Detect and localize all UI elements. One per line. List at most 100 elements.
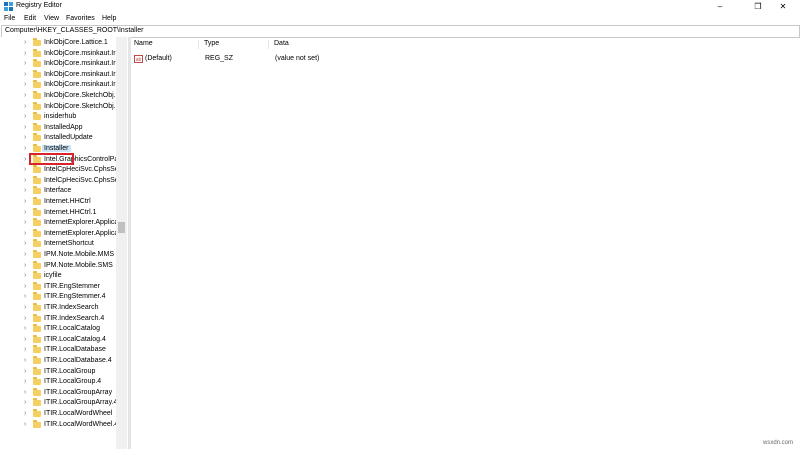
tree-item[interactable]: › ITIR.EngStemmer (0, 281, 118, 293)
chevron-right-icon[interactable]: › (24, 368, 26, 375)
tree-item[interactable]: › InternetShortcut (0, 239, 118, 250)
tree-item[interactable]: › InternetExplorer.Applica (0, 228, 119, 240)
menu-view[interactable]: View (44, 15, 59, 22)
chevron-right-icon[interactable]: › (24, 283, 26, 290)
tree-item[interactable]: › ITIR.LocalGroupArray (0, 387, 118, 399)
chevron-right-icon[interactable]: › (24, 219, 26, 226)
menu-file[interactable]: File (4, 15, 15, 22)
tree-item[interactable]: › ITIR.IndexSearch.4 (0, 313, 118, 325)
tree-item[interactable]: › ITIR.IndexSearch (0, 303, 118, 314)
tree-item[interactable]: › insiderhub (0, 112, 118, 123)
chevron-right-icon[interactable]: › (24, 187, 26, 194)
chevron-right-icon[interactable]: › (24, 166, 26, 173)
chevron-right-icon[interactable]: › (24, 293, 26, 300)
chevron-right-icon[interactable]: › (24, 71, 26, 78)
column-header-name[interactable]: Name (134, 40, 153, 47)
tree-item[interactable]: › InkObjCore.msinkaut.Ir (0, 59, 118, 70)
tree-item[interactable]: › Internet.HHCtrl.1 (0, 207, 118, 219)
tree-item-label: IntelCpHeciSvc.CphsSe (44, 166, 119, 174)
tree-item[interactable]: › Internet.HHCtrl (0, 197, 118, 208)
tree-item[interactable]: › InkObjCore.msinkaut.Ir (0, 69, 118, 81)
folder-icon (33, 133, 41, 142)
tree-item-label: icyfile (44, 272, 62, 280)
tree-item[interactable]: › ITIR.LocalGroup (0, 366, 118, 378)
close-button[interactable]: ✕ (767, 0, 799, 13)
chevron-right-icon[interactable]: › (24, 410, 26, 417)
tree-item[interactable]: › ITIR.LocalWordWheel (0, 409, 118, 420)
tree-item[interactable]: › InkObjCore.msinkaut.Ir (0, 80, 118, 91)
tree-item[interactable]: › icyfile (0, 271, 118, 282)
tree-scrollbar-thumb[interactable] (118, 222, 125, 233)
chevron-right-icon[interactable]: › (24, 315, 26, 322)
tree-item-label: InkObjCore.Lattice.1 (44, 39, 108, 46)
chevron-right-icon[interactable]: › (24, 240, 26, 247)
column-header-type[interactable]: Type (204, 40, 219, 47)
chevron-right-icon[interactable]: › (24, 304, 26, 311)
folder-icon (33, 292, 41, 301)
chevron-right-icon[interactable]: › (24, 272, 26, 279)
tree-item[interactable]: › IntelCpHeciSvc.CphsSe (0, 175, 119, 187)
tree-scrollbar[interactable] (116, 37, 127, 449)
tree-item[interactable]: › InternetExplorer.Applica (0, 218, 118, 229)
chevron-right-icon[interactable]: › (24, 81, 26, 88)
menu-help[interactable]: Help (102, 15, 116, 22)
tree-item[interactable]: › InkObjCore.SketchObj.S (0, 91, 120, 102)
chevron-right-icon[interactable]: › (24, 113, 26, 120)
column-header-data[interactable]: Data (274, 40, 289, 47)
chevron-right-icon[interactable]: › (24, 378, 26, 385)
chevron-right-icon[interactable]: › (24, 262, 26, 269)
title-bar: Registry Editor – ❐ ✕ (0, 0, 800, 13)
folder-icon (33, 69, 41, 78)
tree-item[interactable]: › ITIR.LocalGroup.4 (0, 377, 118, 388)
chevron-right-icon[interactable]: › (24, 103, 26, 110)
tree-item[interactable]: › IPM.Note.Mobile.SMS (0, 260, 118, 272)
tree-item[interactable]: › InkObjCore.msinkaut.Ir (0, 48, 118, 60)
tree-item[interactable]: › ITIR.LocalDatabase (0, 345, 118, 356)
column-divider[interactable] (198, 40, 199, 49)
chevron-right-icon[interactable]: › (24, 198, 26, 205)
tree-item[interactable]: › Interface (0, 186, 118, 197)
tree-item[interactable]: › ITIR.LocalWordWheel.4 (0, 419, 118, 431)
folder-icon (33, 260, 41, 269)
tree-item[interactable]: › ITIR.LocalCatalog (0, 324, 118, 335)
tree-item[interactable]: › InkObjCore.SketchObj.S (0, 101, 120, 113)
chevron-right-icon[interactable]: › (24, 145, 26, 152)
folder-icon (33, 228, 41, 237)
tree-item-label: InternetExplorer.Applica (44, 229, 119, 237)
chevron-right-icon[interactable]: › (24, 399, 26, 406)
tree-item[interactable]: › InstalledUpdate (0, 133, 118, 144)
folder-icon (33, 387, 41, 396)
chevron-right-icon[interactable]: › (24, 134, 26, 141)
column-divider[interactable] (268, 40, 269, 49)
tree-item[interactable]: › IPM.Note.Mobile.MMS (0, 250, 118, 261)
chevron-right-icon[interactable]: › (24, 124, 26, 131)
chevron-right-icon[interactable]: › (24, 39, 26, 46)
chevron-right-icon[interactable]: › (24, 230, 26, 237)
chevron-right-icon[interactable]: › (24, 177, 26, 184)
folder-icon (33, 271, 41, 280)
minimize-button[interactable]: – (704, 0, 736, 13)
value-row[interactable]: ab (Default) REG_SZ (value not set) (133, 54, 433, 64)
chevron-right-icon[interactable]: › (24, 209, 26, 216)
chevron-right-icon[interactable]: › (24, 421, 26, 428)
tree-item[interactable]: › ITIR.LocalGroupArray.4 (0, 398, 118, 409)
chevron-right-icon[interactable]: › (24, 92, 26, 99)
chevron-right-icon[interactable]: › (24, 389, 26, 396)
menu-edit[interactable]: Edit (24, 15, 36, 22)
chevron-right-icon[interactable]: › (24, 325, 26, 332)
chevron-right-icon[interactable]: › (24, 346, 26, 353)
tree-item[interactable]: › ITIR.LocalCatalog.4 (0, 334, 118, 346)
tree-item-label: ITIR.LocalDatabase.4 (44, 357, 112, 364)
tree-item[interactable]: › IntelCpHeciSvc.CphsSe (0, 165, 119, 176)
chevron-right-icon[interactable]: › (24, 336, 26, 343)
tree-item[interactable]: › InkObjCore.Lattice.1 (0, 38, 118, 49)
chevron-right-icon[interactable]: › (24, 357, 26, 364)
chevron-right-icon[interactable]: › (24, 156, 26, 163)
chevron-right-icon[interactable]: › (24, 60, 26, 67)
tree-item[interactable]: › InstalledApp (0, 122, 118, 134)
chevron-right-icon[interactable]: › (24, 251, 26, 258)
tree-item[interactable]: › ITIR.EngStemmer.4 (0, 292, 118, 303)
chevron-right-icon[interactable]: › (24, 50, 26, 57)
menu-favorites[interactable]: Favorites (66, 15, 95, 22)
tree-item[interactable]: › ITIR.LocalDatabase.4 (0, 356, 118, 367)
